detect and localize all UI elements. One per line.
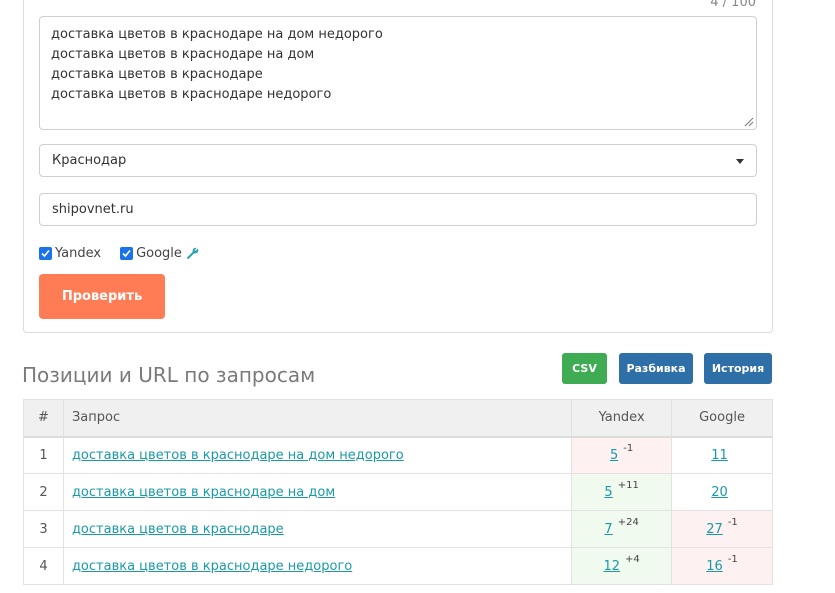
- row-number: 2: [23, 473, 64, 511]
- split-button[interactable]: Разбивка: [619, 353, 693, 384]
- yandex-checkbox-label: Yandex: [55, 245, 102, 261]
- yandex-delta: +24: [617, 516, 639, 528]
- google-delta: -1: [727, 553, 738, 565]
- table-row: 4 доставка цветов в краснодаре недорого …: [23, 547, 773, 585]
- checkmark-icon: [122, 249, 131, 257]
- column-header-google: Google: [671, 399, 773, 438]
- query-line: доставка цветов в краснодаре: [51, 67, 263, 82]
- yandex-position-link[interactable]: 12: [603, 559, 620, 574]
- yandex-delta: -1: [623, 442, 634, 454]
- google-checkbox[interactable]: [120, 246, 134, 260]
- table-header-row: # Запрос Yandex Google: [23, 399, 773, 438]
- results-title: Позиции и URL по запросам: [22, 363, 316, 387]
- google-checkbox-label: Google: [136, 245, 182, 261]
- region-select[interactable]: Краснодар: [39, 144, 757, 177]
- query-link[interactable]: доставка цветов в краснодаре на дом: [72, 485, 335, 500]
- table-row: 3 доставка цветов в краснодаре 7 +24 27 -1: [23, 510, 773, 548]
- query-line: доставка цветов в краснодаре на дом: [51, 47, 315, 62]
- google-checkbox-group[interactable]: Google: [120, 246, 199, 261]
- google-position-link[interactable]: 27: [706, 522, 723, 537]
- table-row: 2 доставка цветов в краснодаре на дом 5 +…: [23, 473, 773, 511]
- search-form-panel: 4 / 100 доставка цветов в краснодаре на …: [23, 0, 773, 333]
- row-number: 4: [23, 547, 64, 585]
- yandex-checkbox[interactable]: [39, 246, 52, 260]
- column-header-num: #: [23, 399, 64, 438]
- query-link[interactable]: доставка цветов в краснодаре на дом недо…: [72, 448, 404, 463]
- yandex-checkbox-group[interactable]: Yandex: [39, 246, 101, 261]
- resize-grip-icon[interactable]: [744, 117, 754, 127]
- history-button[interactable]: История: [704, 353, 772, 384]
- query-line: доставка цветов в краснодаре недорого: [51, 87, 332, 102]
- region-select-value: Краснодар: [52, 153, 127, 168]
- queries-textarea[interactable]: доставка цветов в краснодаре на дом недо…: [39, 16, 757, 130]
- domain-input[interactable]: shipovnet.ru: [39, 193, 757, 226]
- google-position-link[interactable]: 16: [706, 559, 723, 574]
- google-position-link[interactable]: 20: [711, 485, 728, 500]
- query-link[interactable]: доставка цветов в краснодаре: [72, 522, 284, 537]
- query-link[interactable]: доставка цветов в краснодаре недорого: [72, 559, 352, 574]
- engine-checkboxes: Yandex Google: [39, 244, 199, 262]
- check-button[interactable]: Проверить: [39, 274, 165, 319]
- yandex-position-link[interactable]: 7: [604, 522, 612, 537]
- checkmark-icon: [41, 249, 50, 257]
- row-number: 1: [23, 436, 64, 474]
- yandex-position-link[interactable]: 5: [604, 485, 612, 500]
- table-row: 1 доставка цветов в краснодаре на дом не…: [23, 436, 773, 474]
- csv-button[interactable]: CSV: [562, 353, 607, 384]
- query-line: доставка цветов в краснодаре на дом недо…: [51, 27, 383, 42]
- query-counter: 4 / 100: [710, 0, 756, 10]
- google-position-link[interactable]: 11: [711, 448, 728, 463]
- results-table: # Запрос Yandex Google 1 доставка цветов…: [23, 399, 773, 585]
- yandex-delta: +4: [625, 553, 640, 565]
- column-header-query: Запрос: [62, 399, 573, 438]
- google-delta: -1: [727, 516, 738, 528]
- column-header-yandex: Yandex: [571, 399, 673, 438]
- row-number: 3: [23, 510, 64, 548]
- wrench-icon[interactable]: [186, 247, 199, 260]
- yandex-delta: +11: [617, 479, 639, 491]
- caret-down-icon: [736, 159, 744, 164]
- yandex-position-link[interactable]: 5: [610, 448, 618, 463]
